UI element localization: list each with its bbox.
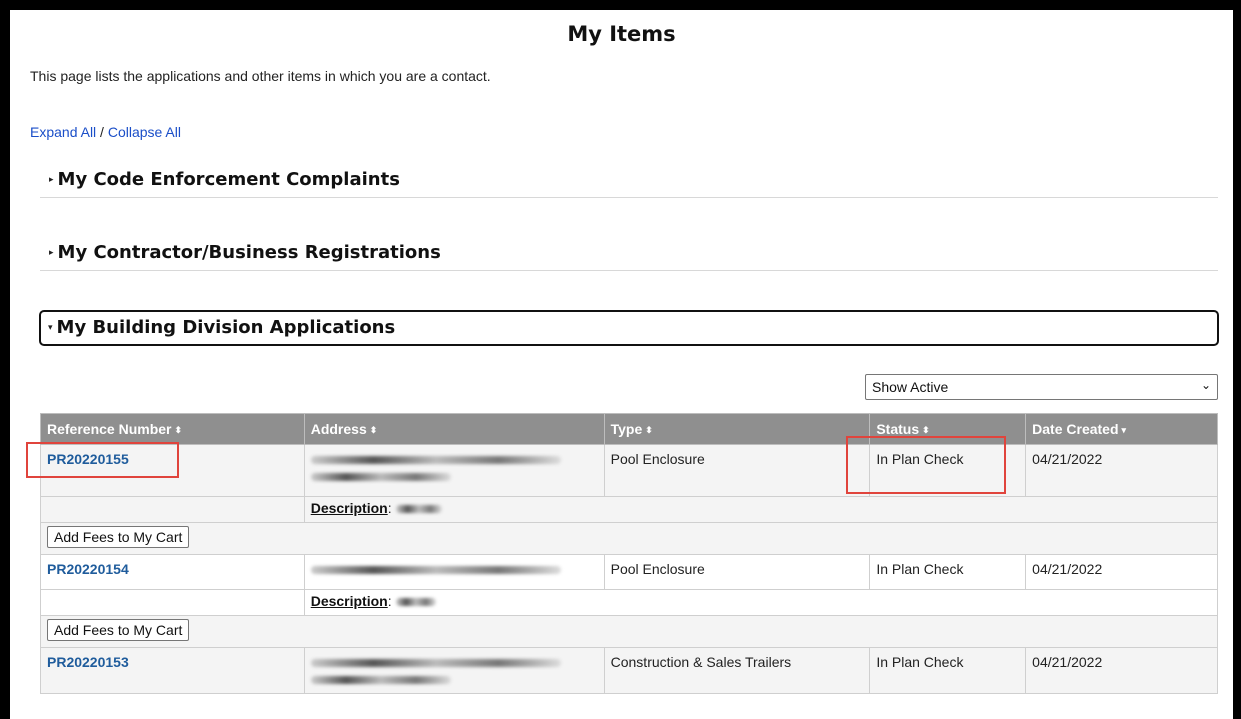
date-cell: 04/21/2022 [1025,647,1218,694]
address-cell-redacted [303,444,605,497]
type-cell: Pool Enclosure [603,554,871,590]
section-title: My Building Division Applications [56,317,396,338]
status-cell: In Plan Check [869,554,1027,590]
page-intro: This page lists the applications and oth… [30,68,491,84]
type-cell: Construction & Sales Trailers [603,647,871,694]
section-building-applications[interactable]: ▾ My Building Division Applications [39,310,1219,346]
description-row: Description: [40,589,1219,616]
table-header-row: Reference Number ⬍ Address ⬍ Type ⬍ Status ⬍… [40,413,1218,445]
sort-icon: ⬍ [174,425,183,435]
sort-icon: ⬍ [922,425,930,435]
collapse-caret-icon: ▾ [48,322,53,332]
date-cell: 04/21/2022 [1025,554,1218,590]
expand-all-link[interactable]: Expand All [30,124,96,140]
collapse-all-link[interactable]: Collapse All [108,124,181,140]
sort-icon: ⬍ [645,425,653,435]
expand-caret-icon: ▸ [49,247,54,257]
description-label: Description [310,500,388,516]
applications-table: Reference Number ⬍ Address ⬍ Type ⬍ Status ⬍… [40,413,1219,694]
highlight-reference-box [26,442,179,478]
status-filter-select[interactable]: Show Active ⌄ [865,374,1218,400]
page-title: My Items [567,22,676,46]
status-filter-value: Show Active [872,379,949,395]
cart-row: Add Fees to My Cart [40,522,1218,555]
header-address[interactable]: Address ⬍ [303,413,605,445]
highlight-status-box [846,436,1006,494]
sort-icon: ⬍ [369,425,378,435]
section-contractor-registrations[interactable]: ▸ My Contractor/Business Registrations [40,235,1218,271]
expand-caret-icon: ▸ [49,174,54,184]
reference-number-link[interactable]: PR20220154 [47,561,129,577]
cart-row: Add Fees to My Cart [40,615,1218,648]
address-cell-redacted [303,647,605,694]
description-row: Description: [40,496,1219,523]
header-date-created[interactable]: Date Created ▾ [1025,413,1218,445]
page-frame: My Items This page lists the application… [10,10,1233,719]
expand-collapse-controls: Expand All / Collapse All [30,124,181,140]
add-fees-to-cart-button[interactable]: Add Fees to My Cart [47,526,190,548]
sort-desc-icon: ▾ [1121,425,1127,435]
date-cell: 04/21/2022 [1025,444,1218,497]
status-cell: In Plan Check [869,647,1027,694]
add-fees-to-cart-button[interactable]: Add Fees to My Cart [47,619,190,641]
section-code-enforcement[interactable]: ▸ My Code Enforcement Complaints [40,162,1218,198]
description-label: Description [310,593,388,609]
address-cell-redacted [303,554,605,590]
chevron-down-icon: ⌄ [1200,378,1211,392]
header-type[interactable]: Type ⬍ [603,413,871,445]
type-cell: Pool Enclosure [603,444,871,497]
section-title: My Contractor/Business Registrations [57,242,441,263]
table-row: PR20220153 Construction & Sales Trailers… [40,647,1218,694]
section-title: My Code Enforcement Complaints [57,169,400,190]
table-row: PR20220154 Pool Enclosure In Plan Check … [40,554,1218,590]
header-reference-number[interactable]: Reference Number ⬍ [40,413,305,445]
separator: / [96,124,108,140]
table-row: PR20220155 Pool Enclosure In Plan Check … [40,444,1218,497]
reference-number-link[interactable]: PR20220153 [47,654,129,670]
